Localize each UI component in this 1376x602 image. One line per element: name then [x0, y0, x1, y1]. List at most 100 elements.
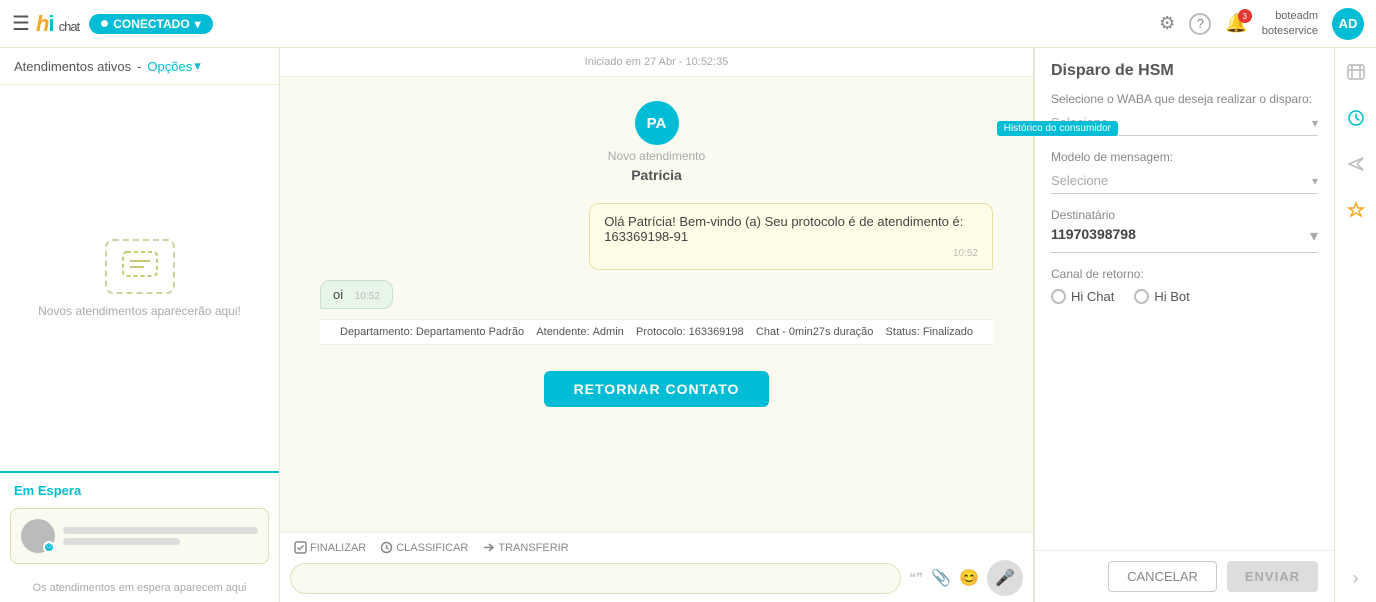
info-chat-value: 0min27s duração	[789, 326, 873, 338]
avatar[interactable]: AD	[1332, 8, 1364, 40]
radio-hi-bot[interactable]: Hi Bot	[1134, 289, 1189, 304]
options-arrow-icon: ▾	[194, 58, 201, 74]
status-arrow-icon: ▾	[195, 17, 201, 31]
chat-input-row: ❝❞ 📎 😊 🎤	[290, 560, 1023, 596]
chat-input[interactable]	[290, 563, 901, 594]
destinatario-value: 11970398798	[1051, 226, 1136, 242]
status-badge[interactable]: CONECTADO ▾	[89, 14, 212, 34]
bubble-left: oi 10:52	[320, 280, 393, 309]
info-protocolo-value: 163369198	[689, 326, 744, 338]
user-service: boteservice	[1262, 24, 1318, 38]
help-icon[interactable]: ?	[1189, 13, 1211, 35]
chat-area: Iniciado em 27 Abr - 10:52:35 PA Novo at…	[280, 48, 1034, 602]
waiting-lines	[63, 527, 258, 545]
status-dot	[101, 20, 108, 27]
waiting-card[interactable]: ⏻	[10, 508, 269, 564]
chat-messages: PA Novo atendimento Patricia Olá Patríci…	[280, 77, 1033, 531]
radio-hi-bot-label: Hi Bot	[1154, 289, 1189, 304]
waiting-empty-text: Os atendimentos em espera aparecem aqui	[0, 574, 279, 602]
contact-name: Patricia	[631, 167, 682, 183]
waiting-avatar: ⏻	[21, 519, 55, 553]
transferir-button[interactable]: TRANSFERIR	[482, 541, 568, 554]
waiting-section: Em Espera ⏻ Os atendimentos em espera ap…	[0, 471, 279, 602]
empty-text: Novos atendimentos aparecerão aqui!	[38, 304, 241, 318]
empty-section: Novos atendimentos aparecerão aqui!	[0, 85, 279, 471]
options-button[interactable]: Opções ▾	[147, 58, 200, 74]
online-dot: ⏻	[43, 541, 55, 553]
chat-header: Iniciado em 27 Abr - 10:52:35	[280, 48, 1033, 77]
waba-select-arrow-icon: ▾	[1312, 116, 1318, 130]
waiting-line-1	[63, 527, 258, 534]
info-chat-label: Chat -	[756, 326, 786, 338]
waiting-info	[63, 527, 258, 545]
waba-label: Selecione o WABA que deseja realizar o d…	[1051, 92, 1318, 106]
hamburger-icon[interactable]: ☰	[12, 11, 30, 36]
canal-radio-group: Hi Chat Hi Bot	[1051, 289, 1318, 304]
bubble-text: Olá Patrícia! Bem-vindo (a) Seu protocol…	[604, 214, 963, 244]
contact-avatar: PA	[635, 101, 679, 145]
user-info: boteadm boteservice	[1262, 9, 1318, 38]
finalizar-button[interactable]: FINALIZAR	[294, 541, 366, 554]
chevron-right-icon-btn[interactable]: ›	[1340, 562, 1372, 594]
waiting-label: Em Espera	[0, 477, 279, 498]
topnav-icons: ⚙ ? 🔔 3 boteadm boteservice AD	[1159, 8, 1364, 40]
info-atendente-value: Admin	[593, 326, 624, 338]
history-icon-btn[interactable]	[1340, 102, 1372, 134]
destinatario-label: Destinatário	[1051, 208, 1318, 222]
left-bubble-time: 10:52	[355, 291, 380, 302]
sidebar: Atendimentos ativos - Opções ▾ Novos ate…	[0, 48, 280, 602]
bubble-time: 10:52	[604, 248, 978, 259]
user-name: boteadm	[1262, 9, 1318, 23]
star-icon-btn[interactable]	[1340, 194, 1372, 226]
sidebar-header: Atendimentos ativos - Opções ▾	[0, 48, 279, 85]
info-status-label: Status:	[886, 326, 920, 338]
notification-badge: 3	[1238, 9, 1252, 23]
info-departamento-label: Departamento:	[340, 326, 413, 338]
destinatario-arrow-icon: ▾	[1310, 226, 1318, 246]
new-attendance-label: Novo atendimento	[608, 149, 705, 163]
msg-info-bar: Departamento: Departamento Padrão Atende…	[320, 319, 993, 345]
modelo-select[interactable]: Selecione ▾	[1051, 168, 1318, 194]
emoji-icon[interactable]: 😊	[959, 568, 979, 588]
retornar-section: RETORNAR CONTATO	[320, 355, 993, 423]
system-message: PA Novo atendimento Patricia	[320, 101, 993, 183]
logo-area: ☰ hi chat	[12, 11, 79, 37]
info-status-value: Finalizado	[923, 326, 973, 338]
send-icon-btn[interactable]	[1340, 148, 1372, 180]
left-bubble-text: oi	[333, 287, 343, 302]
info-atendente-label: Atendente:	[536, 326, 589, 338]
cancel-button[interactable]: CANCELAR	[1108, 561, 1217, 592]
attachment-icon[interactable]: 📎	[931, 568, 951, 588]
contacts-icon-btn[interactable]	[1340, 56, 1372, 88]
destinatario-row: 11970398798 ▾	[1051, 226, 1318, 253]
chat-input-icons: ❝❞ 📎 😊	[909, 568, 979, 588]
radio-hi-chat-circle	[1051, 289, 1066, 304]
chat-actions: FINALIZAR CLASSIFICAR TRANSFERIR	[290, 539, 1023, 556]
active-attendances-label: Atendimentos ativos	[14, 59, 131, 74]
panel-title: Disparo de HSM	[1051, 62, 1318, 80]
bubble-right: Olá Patrícia! Bem-vindo (a) Seu protocol…	[589, 203, 993, 270]
gear-icon[interactable]: ⚙	[1159, 13, 1175, 34]
bell-icon[interactable]: 🔔 3	[1225, 13, 1247, 34]
classificar-button[interactable]: CLASSIFICAR	[380, 541, 468, 554]
info-protocolo-label: Protocolo:	[636, 326, 686, 338]
chat-input-area: FINALIZAR CLASSIFICAR TRANSFERIR ❝❞ 📎 😊	[280, 531, 1033, 602]
topnav: ☰ hi chat CONECTADO ▾ ⚙ ? 🔔 3 boteadm bo…	[0, 0, 1376, 48]
tooltip-badge: Histórico do consumidor	[997, 118, 1118, 136]
radio-hi-chat[interactable]: Hi Chat	[1051, 289, 1114, 304]
info-departamento-value: Departamento Padrão	[416, 326, 524, 338]
canal-label: Canal de retorno:	[1051, 267, 1318, 281]
chat-timestamp: Iniciado em 27 Abr - 10:52:35	[585, 56, 729, 68]
send-button[interactable]: ENVIAR	[1227, 561, 1318, 592]
main-layout: Atendimentos ativos - Opções ▾ Novos ate…	[0, 48, 1376, 602]
logo-text: hi chat	[36, 11, 79, 37]
status-label: CONECTADO	[113, 17, 189, 31]
send-button-disabled: 🎤	[987, 560, 1023, 596]
empty-box-icon	[105, 239, 175, 294]
mic-icon: 🎤	[995, 568, 1015, 588]
modelo-select-text: Selecione	[1051, 173, 1108, 188]
radio-hi-chat-label: Hi Chat	[1071, 289, 1114, 304]
quote-icon[interactable]: ❝❞	[909, 570, 923, 586]
radio-hi-bot-circle	[1134, 289, 1149, 304]
retornar-button[interactable]: RETORNAR CONTATO	[544, 371, 770, 407]
